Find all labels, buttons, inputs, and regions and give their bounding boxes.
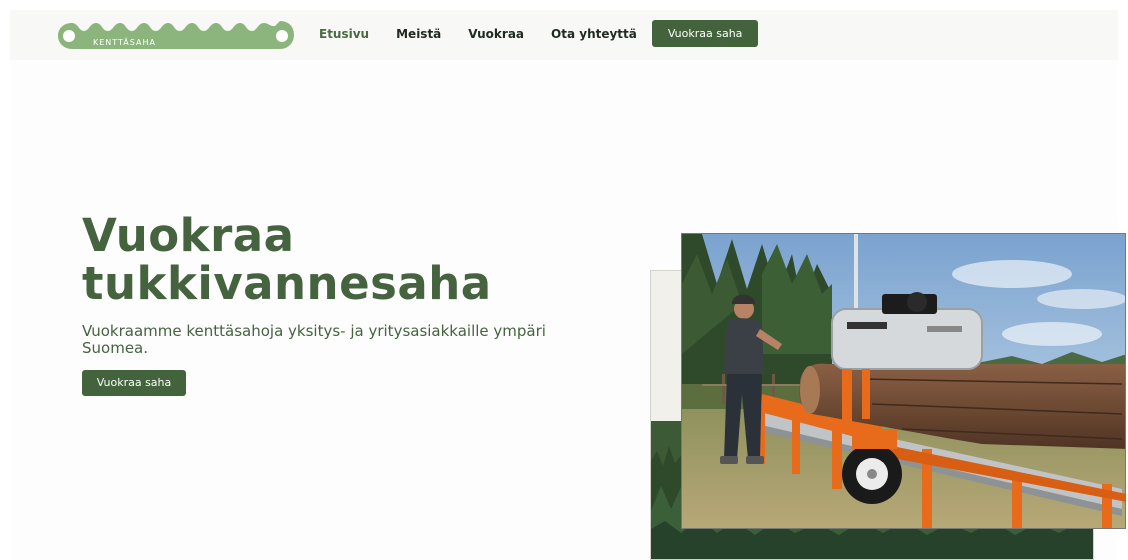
top-strip: [0, 0, 1128, 10]
logo-text: KENTTÄSAHA: [93, 38, 156, 47]
nav-item-ota-yhteytta[interactable]: Ota yhteyttä: [551, 27, 637, 41]
hero-title: Vuokraa tukkivannesaha: [82, 212, 642, 308]
logo-link[interactable]: KENTTÄSAHA: [57, 20, 295, 50]
sawmill-photo: [681, 233, 1126, 529]
hero-title-line1: Vuokraa: [82, 209, 295, 262]
page: KENTTÄSAHA Etusivu Meistä Vuokraa Ota yh…: [0, 0, 1128, 560]
nav-item-vuokraa[interactable]: Vuokraa: [468, 27, 524, 41]
hero-rent-saw-button[interactable]: Vuokraa saha: [82, 370, 186, 396]
nav-item-meista[interactable]: Meistä: [396, 27, 441, 41]
hero-title-line2: tukkivannesaha: [82, 257, 492, 310]
nav-item-etusivu[interactable]: Etusivu: [319, 27, 369, 41]
nav-rent-saw-button[interactable]: Vuokraa saha: [651, 20, 759, 47]
frame-left: [0, 0, 10, 560]
sawmill-illustration: [682, 234, 1125, 528]
hero-subtitle: Vuokraamme kenttäsahoja yksitys- ja yrit…: [82, 322, 546, 357]
site-header: KENTTÄSAHA Etusivu Meistä Vuokraa Ota yh…: [10, 10, 1118, 60]
main-nav: Etusivu Meistä Vuokraa Ota yhteyttä Vuok…: [319, 20, 759, 47]
